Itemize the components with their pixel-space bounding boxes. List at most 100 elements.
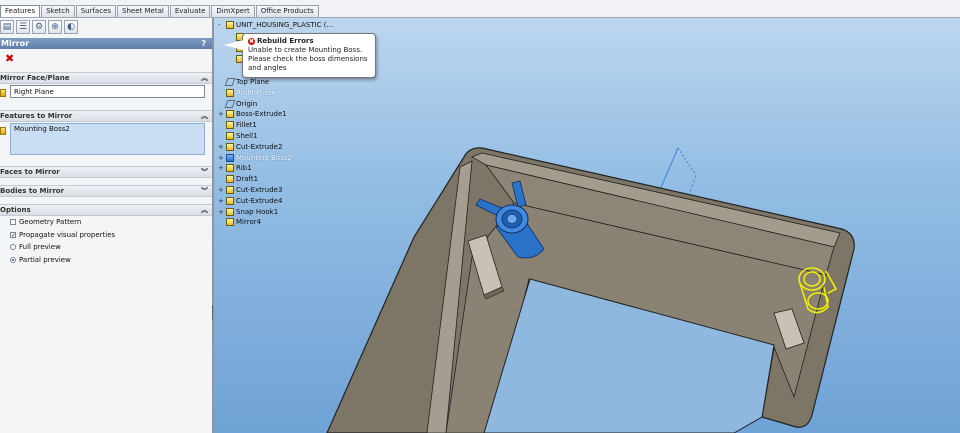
section-mirror-face-label: Mirror Face/Plane xyxy=(0,74,70,82)
feature-icon xyxy=(226,142,234,151)
tab-dimxpert[interactable]: DimXpert xyxy=(211,5,255,17)
collapse-chevron-icon[interactable]: ︽ xyxy=(201,73,208,83)
tree-item-label: Right Plane xyxy=(236,88,276,97)
command-manager-tabs: Features Sketch Surfaces Sheet Metal Evaluat… xyxy=(0,5,320,17)
feature-icon xyxy=(226,186,234,194)
tree-item-label: Shell1 xyxy=(236,132,258,140)
plane-selection-icon xyxy=(0,89,6,97)
property-manager-icon[interactable]: ☰ xyxy=(16,20,30,34)
tree-item-origin[interactable]: Origin xyxy=(218,99,257,109)
mirror-face-field[interactable]: Right Plane xyxy=(10,85,205,98)
tab-sketch[interactable]: Sketch xyxy=(41,5,75,17)
tree-item-cut-extrude3[interactable]: + Cut-Extrude3 xyxy=(218,185,282,195)
tree-item-cut-extrude2[interactable]: + Cut-Extrude2 xyxy=(218,142,282,152)
tree-expand-icon[interactable]: + xyxy=(218,207,224,217)
tree-item-snap-hook1[interactable]: + Snap Hook1 xyxy=(218,207,278,217)
mirror-plane-edge-dashed xyxy=(677,147,697,176)
tree-item-top-plane[interactable]: Top Plane xyxy=(218,77,269,87)
tab-sheet-metal[interactable]: Sheet Metal xyxy=(117,5,169,17)
feature-icon xyxy=(226,110,234,119)
graphics-viewport[interactable] xyxy=(214,17,960,433)
full-preview-radio[interactable] xyxy=(10,244,16,250)
tree-expand-icon[interactable]: + xyxy=(218,185,224,195)
partial-preview-option[interactable]: Partial preview xyxy=(10,255,71,265)
tree-item-right-plane[interactable]: Right Plane xyxy=(218,88,276,98)
tab-office-products[interactable]: Office Products xyxy=(255,5,319,17)
plane-icon xyxy=(224,78,236,86)
tree-item-label: Draft1 xyxy=(236,175,259,184)
tree-item-fillet1[interactable]: Fillet1 xyxy=(218,120,257,130)
collapse-chevron-icon[interactable]: ︽ xyxy=(201,205,208,215)
tree-item-shell1[interactable]: Shell1 xyxy=(218,131,258,141)
configuration-manager-icon[interactable]: ⚙ xyxy=(32,20,46,34)
features-to-mirror-list[interactable]: Mounting Boss2 xyxy=(10,123,205,155)
feature-icon xyxy=(226,121,234,130)
tree-item-mirror4[interactable]: Mirror4 xyxy=(218,217,261,227)
section-options[interactable]: Options ︽ xyxy=(0,204,212,216)
feature-icon xyxy=(226,153,234,162)
tree-collapse-icon[interactable]: - xyxy=(218,20,224,30)
tree-item-label: Top Plane xyxy=(236,78,270,86)
tree-item-rib1[interactable]: + Rib1 xyxy=(218,163,252,173)
tree-expand-icon[interactable]: + xyxy=(218,153,224,163)
tree-expand-icon[interactable]: + xyxy=(218,196,224,206)
expand-chevron-icon[interactable]: ︾ xyxy=(201,167,208,177)
section-faces-to-mirror[interactable]: Faces to Mirror ︾ xyxy=(0,166,212,178)
tooltip-title: Rebuild Errors xyxy=(257,37,314,45)
display-manager-icon[interactable]: ◐ xyxy=(64,20,78,34)
section-mirror-face[interactable]: Mirror Face/Plane ︽ xyxy=(0,72,212,84)
tree-item-label: Cut-Extrude4 xyxy=(236,196,283,205)
expand-chevron-icon[interactable]: ︾ xyxy=(201,186,208,196)
tree-item-label: Mirror4 xyxy=(236,218,262,227)
dimxpert-manager-icon[interactable]: ⊕ xyxy=(48,20,62,34)
feature-icon xyxy=(226,207,234,216)
feature-manager-icon[interactable]: ▤ xyxy=(0,20,14,34)
tree-item-label: Mounting Boss2 xyxy=(236,153,292,162)
tree-root[interactable]: - UNIT_HOUSING_PLASTIC (... xyxy=(218,20,333,30)
tree-expand-icon[interactable]: + xyxy=(218,109,224,119)
geometry-pattern-option[interactable]: Geometry Pattern xyxy=(10,217,81,227)
mirror-title-bar: Mirror ? xyxy=(0,38,212,49)
tree-item-label: Snap Hook1 xyxy=(236,207,279,216)
tree-item-draft1[interactable]: Draft1 xyxy=(218,174,258,184)
panel-title: Mirror xyxy=(1,39,30,48)
cancel-icon[interactable]: ✖ xyxy=(5,53,14,64)
plane-icon xyxy=(224,99,236,108)
feature-icon xyxy=(226,132,234,140)
full-preview-option[interactable]: Full preview xyxy=(10,242,61,252)
tree-item-label: Boss-Extrude1 xyxy=(236,110,287,119)
part-icon xyxy=(226,21,234,29)
tree-expand-icon[interactable]: + xyxy=(218,142,224,152)
command-manager-tabbar: Features Sketch Surfaces Sheet Metal Evaluat… xyxy=(0,0,960,18)
section-bodies-to-mirror[interactable]: Bodies to Mirror ︾ xyxy=(0,185,212,197)
tree-item-cut-extrude4[interactable]: + Cut-Extrude4 xyxy=(218,196,282,206)
tree-item-label: Cut-Extrude2 xyxy=(236,142,283,151)
tree-item-label: Fillet1 xyxy=(236,121,257,130)
geometry-pattern-checkbox[interactable] xyxy=(10,219,16,225)
tree-item-mounting-boss2[interactable]: + Mounting Boss2 xyxy=(218,153,292,163)
tree-item-boss-extrude1[interactable]: + Boss-Extrude1 xyxy=(218,109,287,119)
feature-selection-icon xyxy=(0,127,6,135)
propagate-visual-checkbox[interactable]: ✓ xyxy=(10,232,16,239)
tab-surfaces[interactable]: Surfaces xyxy=(75,5,117,17)
feature-icon xyxy=(226,164,234,173)
section-features-label: Features to Mirror xyxy=(0,112,73,120)
tooltip-message: Unable to create Mounting Boss. Please c… xyxy=(248,46,368,72)
tree-expand-icon[interactable]: + xyxy=(218,163,224,173)
tab-evaluate[interactable]: Evaluate xyxy=(169,5,211,17)
section-features-to-mirror[interactable]: Features to Mirror ︽ xyxy=(0,110,212,122)
tab-features[interactable]: Features xyxy=(0,5,41,17)
part-model-view[interactable] xyxy=(214,17,960,433)
partial-preview-radio[interactable] xyxy=(10,257,16,263)
partial-preview-label: Partial preview xyxy=(19,256,71,264)
feature-icon xyxy=(226,175,234,184)
collapse-chevron-icon[interactable]: ︽ xyxy=(201,111,208,121)
error-icon: ✖ xyxy=(248,38,255,45)
help-icon[interactable]: ? xyxy=(201,38,206,49)
propagate-visual-option[interactable]: ✓ Propagate visual properties xyxy=(10,230,115,240)
tooltip-pointer xyxy=(224,40,243,50)
tree-item-label: Rib1 xyxy=(236,164,252,173)
section-options-label: Options xyxy=(0,206,31,214)
plane-icon xyxy=(226,88,234,97)
tree-item-label: Origin xyxy=(236,99,258,108)
